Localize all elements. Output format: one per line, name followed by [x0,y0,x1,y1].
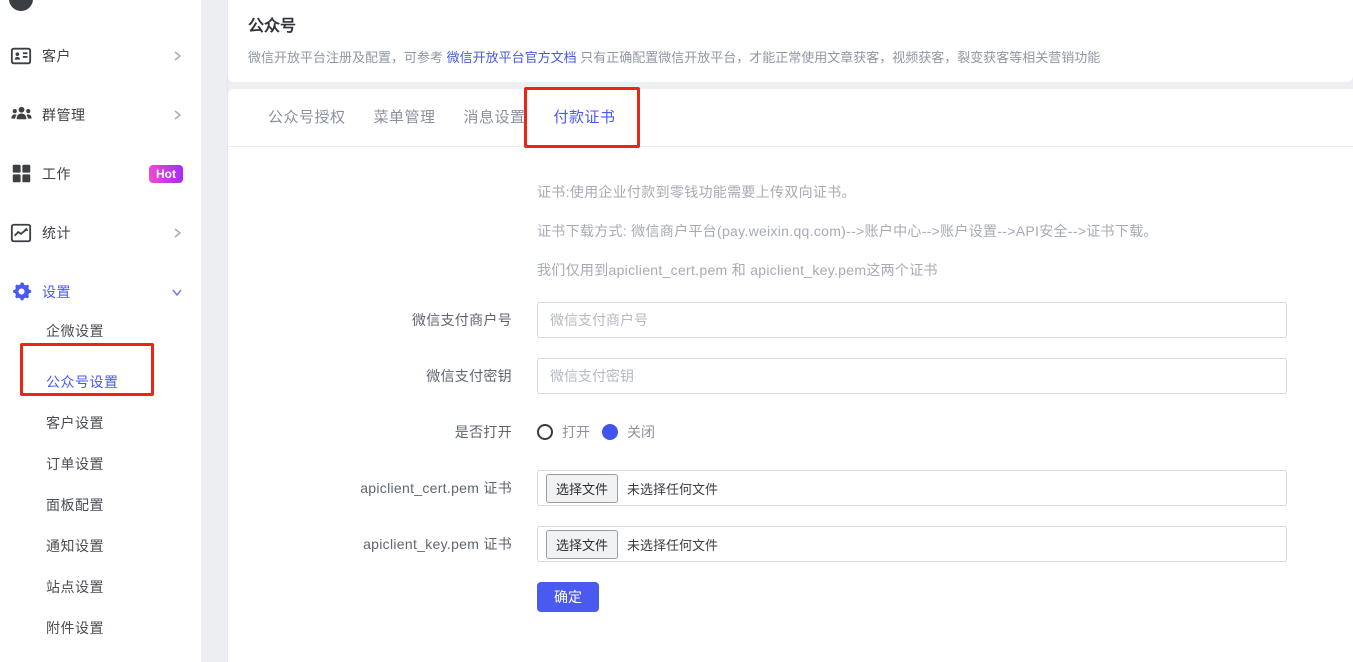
radio-close-label[interactable]: 关闭 [627,422,655,442]
key-file-label: apiclient_key.pem 证书 [363,536,512,552]
toggle-radio-group: 打开 关闭 [537,422,667,442]
info-line: 我们仅用到apiclient_cert.pem 和 apiclient_key.… [537,262,938,278]
key-file-row: apiclient_key.pem 证书 选择文件 未选择任何文件 [228,526,1353,562]
file-status-text: 未选择任何文件 [627,481,719,497]
radio-open[interactable] [537,424,553,440]
file-status-text: 未选择任何文件 [627,537,719,553]
key-file-input[interactable]: 选择文件 未选择任何文件 [537,526,1287,562]
pay-secret-input[interactable] [537,358,1287,394]
payment-certificate-panel: 证书:使用企业付款到零钱功能需要上传双向证书。 证书下载方式: 微信商户平台(p… [228,147,1353,612]
certificate-info: 证书:使用企业付款到零钱功能需要上传双向证书。 证书下载方式: 微信商户平台(p… [537,185,1353,278]
sidebar-item-label: 统计 [42,224,71,241]
sidebar-item-label: 设置 [42,283,71,300]
hot-badge: Hot [149,164,183,183]
gear-icon [9,280,33,304]
sidebar-item-groups[interactable]: 群管理 [0,85,201,144]
pay-secret-row: 微信支付密钥 [228,358,1353,394]
merchant-id-label: 微信支付商户号 [411,312,512,328]
toggle-label: 是否打开 [454,424,512,440]
sidebar-item-statistics[interactable]: 统计 [0,203,201,262]
settings-submenu: 企微设置 公众号设置 客户设置 订单设置 面板配置 通知设置 站点设置 附件设置 [0,311,201,649]
cert-file-row: apiclient_cert.pem 证书 选择文件 未选择任何文件 [228,470,1353,506]
sidebar-item-label: 群管理 [42,106,86,123]
sidebar-item-customers[interactable]: 客户 [0,26,201,85]
page-subtitle: 微信开放平台注册及配置，可参考 微信开放平台官方文档 只有正确配置微信开放平台，… [248,47,1333,66]
choose-file-button[interactable]: 选择文件 [546,473,619,503]
merchant-id-row: 微信支付商户号 [228,302,1353,338]
group-icon [9,103,33,127]
sidebar-gutter [201,0,228,662]
tabbar: 公众号授权 菜单管理 消息设置 付款证书 [228,89,1353,148]
tab-message-settings[interactable]: 消息设置 [464,89,526,147]
chart-icon [9,221,33,245]
page-title: 公众号 [248,18,297,35]
subitem-panel-config[interactable]: 面板配置 [0,485,201,526]
subtitle-text: 只有正确配置微信开放平台，才能正常使用文章获客，视频获客，裂变获客等相关营销功能 [576,50,1101,65]
partial-avatar [9,0,33,11]
official-docs-link[interactable]: 微信开放平台官方文档 [447,50,577,65]
subitem-official-account-settings[interactable]: 公众号设置 [0,362,201,403]
subitem-customer-settings[interactable]: 客户设置 [0,403,201,444]
grid-icon [9,162,33,186]
id-card-icon [9,44,33,68]
tab-payment-certificate[interactable]: 付款证书 [541,89,628,148]
pay-secret-label: 微信支付密钥 [426,368,512,384]
sidebar-menu: 客户 群管理 工作 Hot 统计 设置 [0,26,201,321]
toggle-row: 是否打开 打开 关闭 [228,414,1353,450]
info-line: 证书下载方式: 微信商户平台(pay.weixin.qq.com)-->账户中心… [537,223,1158,239]
sidebar-item-label: 客户 [42,47,71,64]
subitem-order-settings[interactable]: 订单设置 [0,444,201,485]
page-header: 公众号 微信开放平台注册及配置，可参考 微信开放平台官方文档 只有正确配置微信开… [228,0,1353,82]
confirm-button[interactable]: 确定 [537,582,599,612]
info-line: 证书:使用企业付款到零钱功能需要上传双向证书。 [537,184,856,200]
settings-panel: 公众号授权 菜单管理 消息设置 付款证书 证书:使用企业付款到零钱功能需要上传双… [228,89,1353,662]
sidebar-item-label: 工作 [42,165,71,182]
chevron-down-icon [172,289,182,296]
sidebar-item-work[interactable]: 工作 Hot [0,144,201,203]
radio-open-label[interactable]: 打开 [562,422,590,442]
tab-menu-management[interactable]: 菜单管理 [374,89,436,147]
merchant-id-input[interactable] [537,302,1287,338]
subitem-site-settings[interactable]: 站点设置 [0,567,201,608]
subtitle-text: 微信开放平台注册及配置，可参考 [248,50,447,65]
sidebar: 客户 群管理 工作 Hot 统计 设置 企微设置 公众号设置 客户设置 订单设置… [0,0,201,662]
cert-file-input[interactable]: 选择文件 未选择任何文件 [537,470,1287,506]
cert-file-label: apiclient_cert.pem 证书 [360,480,512,496]
subitem-notify-settings[interactable]: 通知设置 [0,526,201,567]
chevron-right-icon [174,227,182,238]
tab-official-auth[interactable]: 公众号授权 [268,89,346,147]
chevron-right-icon [174,50,182,61]
chevron-right-icon [174,109,182,120]
radio-close[interactable] [602,424,618,440]
subitem-wecom-settings[interactable]: 企微设置 [0,311,201,352]
subitem-attachment-settings[interactable]: 附件设置 [0,608,201,649]
choose-file-button[interactable]: 选择文件 [546,529,619,559]
